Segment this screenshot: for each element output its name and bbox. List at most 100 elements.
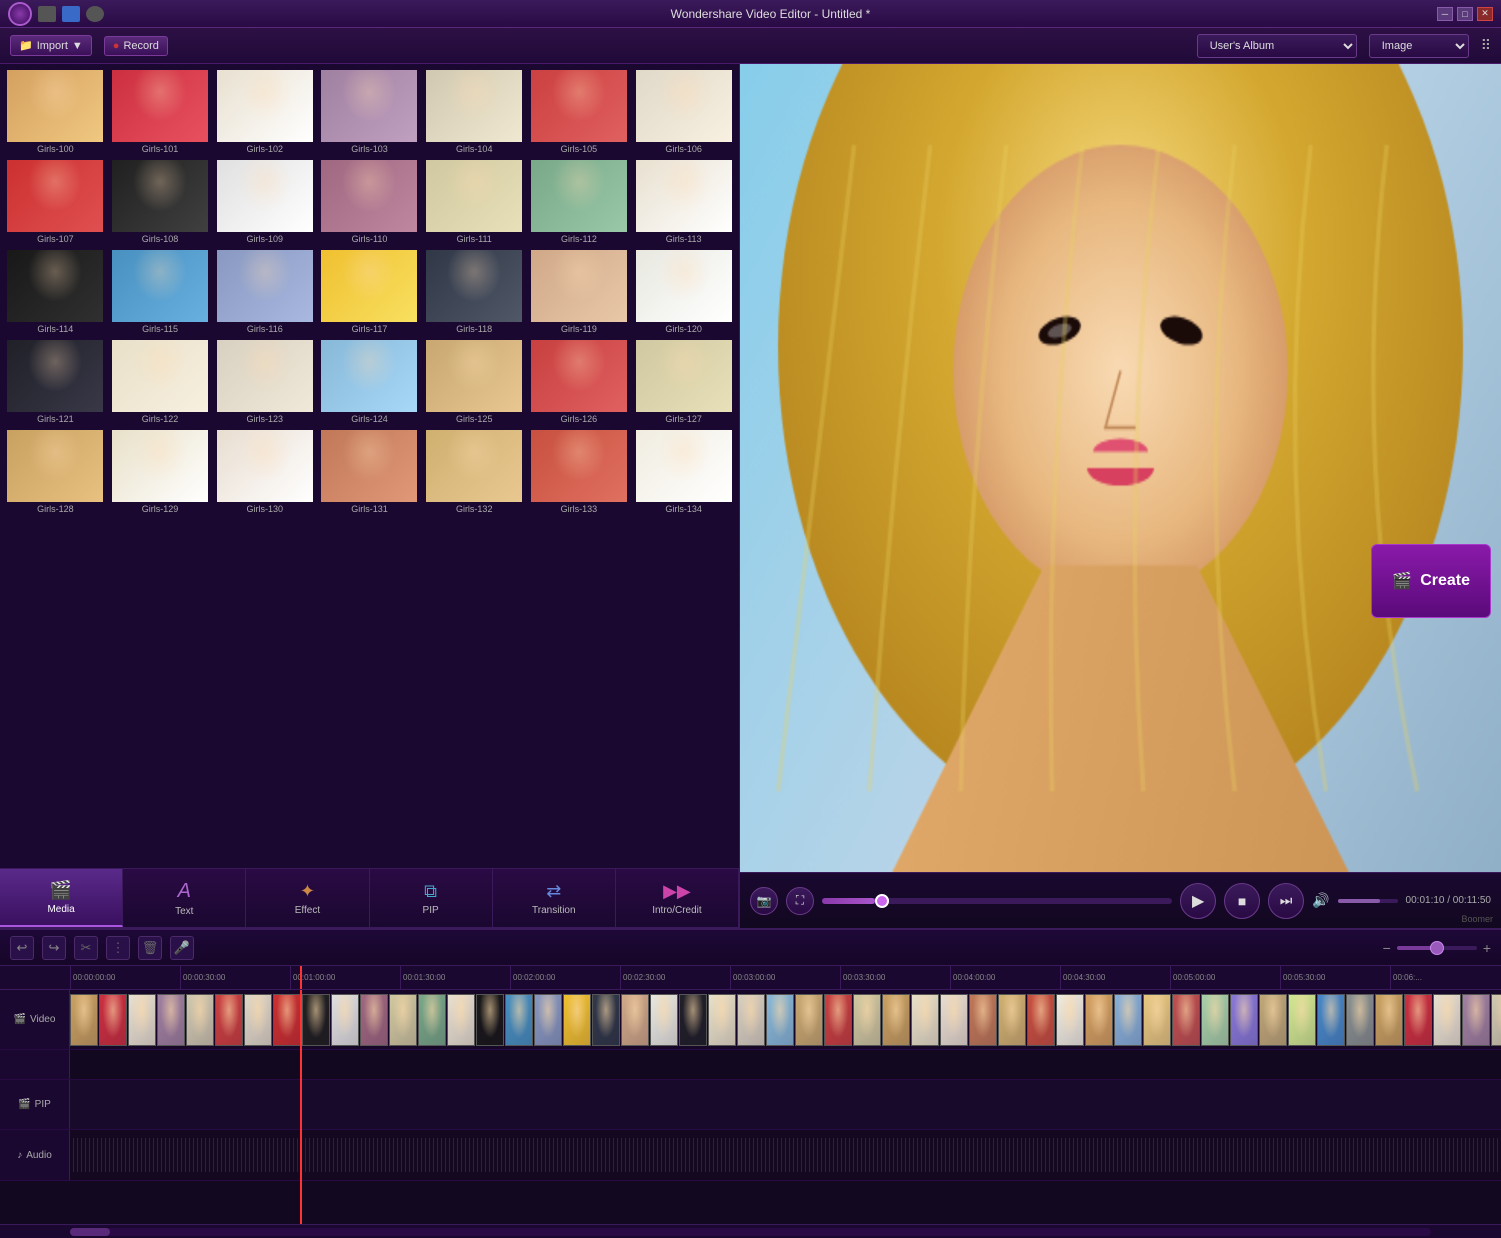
tab-media[interactable]: 🎬 Media <box>0 869 123 927</box>
import-icon: 📁 <box>19 39 33 52</box>
media-thumb-Girls-132[interactable]: Girls-132 <box>423 428 526 516</box>
media-thumb-Girls-129[interactable]: Girls-129 <box>109 428 212 516</box>
media-thumb-Girls-116[interactable]: Girls-116 <box>213 248 316 336</box>
video-frame <box>998 994 1026 1046</box>
thumb-label: Girls-131 <box>351 504 388 514</box>
album-dropdown[interactable]: User's Album <box>1197 34 1357 58</box>
minimize-button[interactable]: ─ <box>1437 7 1453 21</box>
snapshot-button[interactable]: 📷 <box>750 887 778 915</box>
media-thumb-Girls-119[interactable]: Girls-119 <box>528 248 631 336</box>
media-thumb-Girls-106[interactable]: Girls-106 <box>632 68 735 156</box>
h-scroll-thumb[interactable] <box>70 1228 110 1236</box>
cut-button[interactable]: ✂ <box>74 936 98 960</box>
import-label: Import <box>37 40 68 52</box>
media-thumb-Girls-107[interactable]: Girls-107 <box>4 158 107 246</box>
icon2[interactable] <box>62 6 80 22</box>
tab-effect[interactable]: ✦ Effect <box>246 869 369 927</box>
record-icon: ● <box>113 40 120 52</box>
media-thumb-Girls-113[interactable]: Girls-113 <box>632 158 735 246</box>
close-button[interactable]: ✕ <box>1477 7 1493 21</box>
media-thumb-Girls-134[interactable]: Girls-134 <box>632 428 735 516</box>
media-thumb-Girls-105[interactable]: Girls-105 <box>528 68 631 156</box>
volume-slider[interactable] <box>1338 899 1398 903</box>
media-thumb-Girls-123[interactable]: Girls-123 <box>213 338 316 426</box>
media-thumb-Girls-125[interactable]: Girls-125 <box>423 338 526 426</box>
pip-track-content[interactable] <box>70 1080 1501 1129</box>
audio-track: ♪ Audio <box>0 1130 1501 1181</box>
next-frame-button[interactable]: ⏭ <box>1268 883 1304 919</box>
media-thumb-Girls-118[interactable]: Girls-118 <box>423 248 526 336</box>
media-thumb-Girls-112[interactable]: Girls-112 <box>528 158 631 246</box>
create-button[interactable]: 🎬 Create <box>1371 544 1491 618</box>
video-frame <box>1404 994 1432 1046</box>
progress-handle[interactable] <box>875 894 889 908</box>
media-thumb-Girls-130[interactable]: Girls-130 <box>213 428 316 516</box>
tab-pip[interactable]: ⧉ PIP <box>370 869 493 927</box>
import-button[interactable]: 📁 Import ▼ <box>10 35 92 56</box>
video-frame <box>621 994 649 1046</box>
h-scroll-track[interactable] <box>70 1228 1431 1236</box>
thumb-label: Girls-100 <box>37 144 74 154</box>
tab-transition[interactable]: ⇄ Transition <box>493 869 616 927</box>
media-thumb-Girls-103[interactable]: Girls-103 <box>318 68 421 156</box>
audio-track-content[interactable] <box>70 1130 1501 1180</box>
pip-track-icon: 🎬 <box>18 1099 30 1110</box>
fullscreen-button[interactable]: ⛶ <box>786 887 814 915</box>
media-thumb-Girls-111[interactable]: Girls-111 <box>423 158 526 246</box>
media-thumb-Girls-109[interactable]: Girls-109 <box>213 158 316 246</box>
split-button[interactable]: ⋮ <box>106 936 130 960</box>
media-thumb-Girls-100[interactable]: Girls-100 <box>4 68 107 156</box>
progress-bar[interactable] <box>822 898 1172 904</box>
media-thumb-Girls-102[interactable]: Girls-102 <box>213 68 316 156</box>
media-thumb-Girls-131[interactable]: Girls-131 <box>318 428 421 516</box>
thumb-label: Girls-101 <box>142 144 179 154</box>
timeline-scrollbar[interactable] <box>0 1224 1501 1238</box>
grid-view-icon[interactable]: ⠿ <box>1481 37 1491 54</box>
icon3[interactable] <box>86 6 104 22</box>
tab-intro[interactable]: ▶▶ Intro/Credit <box>616 869 739 927</box>
media-thumb-Girls-117[interactable]: Girls-117 <box>318 248 421 336</box>
zoom-slider[interactable] <box>1397 946 1477 950</box>
audio-button[interactable]: 🎤 <box>170 936 194 960</box>
zoom-out-icon[interactable]: − <box>1383 940 1391 956</box>
zoom-in-icon[interactable]: + <box>1483 940 1491 956</box>
thumb-label: Girls-129 <box>142 504 179 514</box>
media-thumb-Girls-110[interactable]: Girls-110 <box>318 158 421 246</box>
play-button[interactable]: ▶ <box>1180 883 1216 919</box>
ruler-mark: 00:04:30:00 <box>1060 966 1170 990</box>
video-frame <box>853 994 881 1046</box>
media-thumb-Girls-104[interactable]: Girls-104 <box>423 68 526 156</box>
pip-track: 🎬 PIP <box>0 1080 1501 1130</box>
media-grid: Girls-100Girls-101Girls-102Girls-103Girl… <box>0 64 739 868</box>
empty-track <box>0 1050 1501 1080</box>
media-thumb-Girls-121[interactable]: Girls-121 <box>4 338 107 426</box>
media-thumb-Girls-108[interactable]: Girls-108 <box>109 158 212 246</box>
media-thumb-Girls-126[interactable]: Girls-126 <box>528 338 631 426</box>
maximize-button[interactable]: □ <box>1457 7 1473 21</box>
media-thumb-Girls-124[interactable]: Girls-124 <box>318 338 421 426</box>
media-thumb-Girls-101[interactable]: Girls-101 <box>109 68 212 156</box>
media-thumb-Girls-127[interactable]: Girls-127 <box>632 338 735 426</box>
icon1[interactable] <box>38 6 56 22</box>
media-thumb-Girls-128[interactable]: Girls-128 <box>4 428 107 516</box>
tab-text[interactable]: A Text <box>123 869 246 927</box>
record-button[interactable]: ● Record <box>104 36 168 56</box>
video-frame <box>766 994 794 1046</box>
media-thumb-Girls-133[interactable]: Girls-133 <box>528 428 631 516</box>
video-frame <box>679 994 707 1046</box>
redo-button[interactable]: ↪ <box>42 936 66 960</box>
thumb-label: Girls-115 <box>142 324 178 334</box>
media-thumb-Girls-120[interactable]: Girls-120 <box>632 248 735 336</box>
type-dropdown[interactable]: Image <box>1369 34 1469 58</box>
pip-tab-icon: ⧉ <box>424 881 437 902</box>
video-track-content[interactable] <box>70 990 1501 1049</box>
delete-button[interactable]: 🗑 <box>138 936 162 960</box>
media-thumb-Girls-114[interactable]: Girls-114 <box>4 248 107 336</box>
media-thumb-Girls-122[interactable]: Girls-122 <box>109 338 212 426</box>
audio-track-icon: ♪ <box>17 1150 22 1161</box>
video-frame <box>592 994 620 1046</box>
media-thumb-Girls-115[interactable]: Girls-115 <box>109 248 212 336</box>
undo-button[interactable]: ↩ <box>10 936 34 960</box>
thumb-label: Girls-113 <box>666 234 702 244</box>
stop-button[interactable]: ■ <box>1224 883 1260 919</box>
